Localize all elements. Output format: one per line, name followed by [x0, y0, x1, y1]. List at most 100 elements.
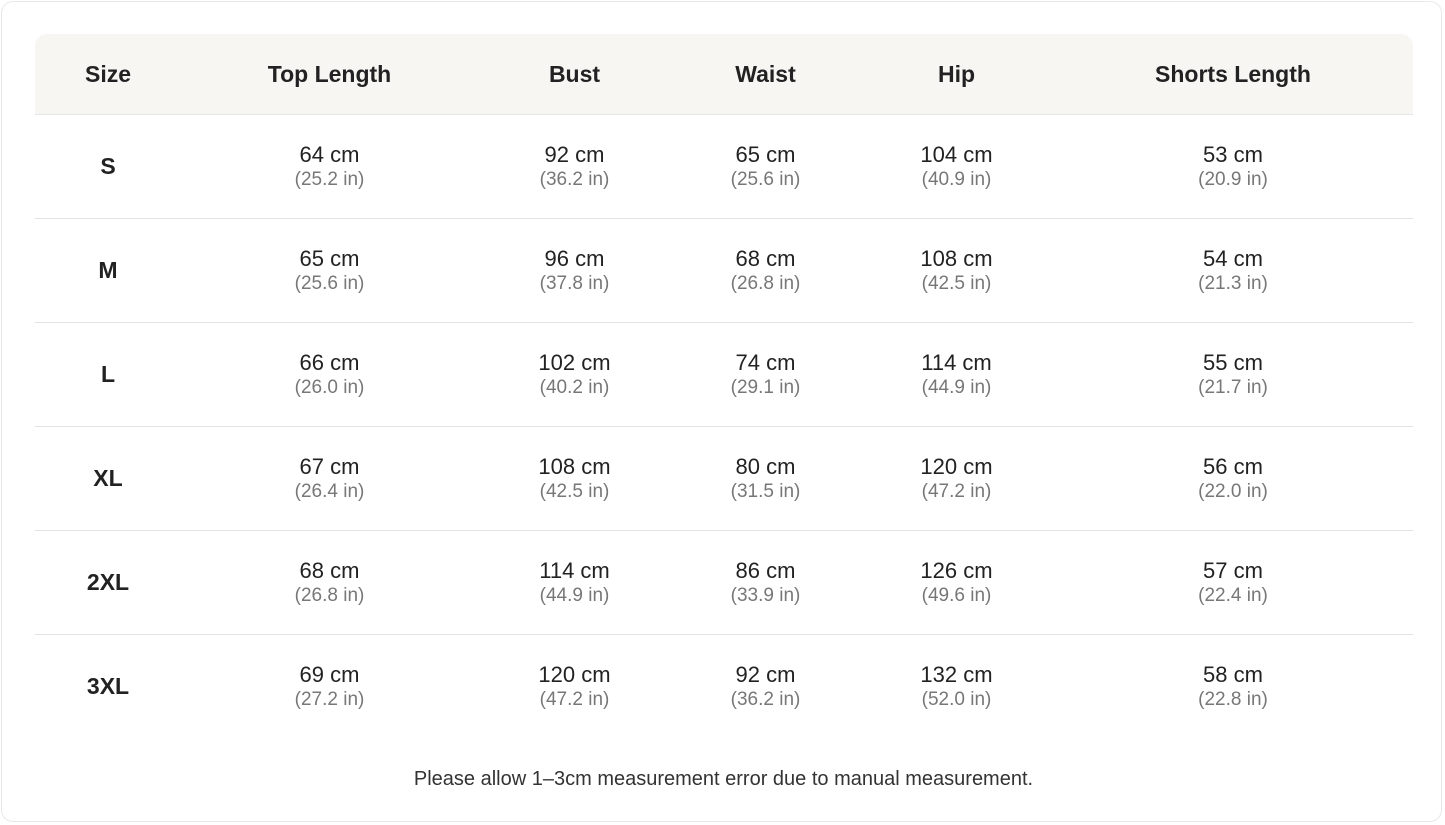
value-inch: (29.1 in): [730, 377, 801, 398]
value-cm: 55 cm: [1203, 350, 1263, 375]
table-row: L 66 cm (26.0 in) 102 cm (40.2 in) 74 cm (29.1…: [35, 322, 1413, 427]
value-inch: (33.9 in): [730, 585, 801, 606]
value-cm: 108 cm: [538, 454, 611, 479]
value-inch: (21.7 in): [1198, 377, 1268, 398]
value-cm: 68 cm: [299, 558, 360, 583]
value-cm: 92 cm: [735, 662, 796, 687]
value-inch: (26.0 in): [294, 377, 365, 398]
value-inch: (36.2 in): [539, 169, 610, 190]
value-inch: (26.4 in): [294, 481, 365, 502]
cell-top-length: 66 cm (26.0 in): [181, 322, 478, 427]
size-label: 2XL: [35, 530, 181, 635]
value-cm: 67 cm: [299, 454, 360, 479]
header-shorts-length: Shorts Length: [1053, 34, 1413, 115]
table-body: S 64 cm (25.2 in) 92 cm (36.2 in) 65 cm (25.6 …: [35, 114, 1413, 739]
value-cm: 80 cm: [735, 454, 796, 479]
value-inch: (47.2 in): [921, 481, 992, 502]
value-cm: 114 cm: [921, 350, 992, 375]
cell-shorts-length: 56 cm (22.0 in): [1053, 426, 1413, 531]
value-inch: (25.6 in): [294, 273, 365, 294]
header-waist: Waist: [671, 34, 860, 115]
table-row: M 65 cm (25.6 in) 96 cm (37.8 in) 68 cm (26.8 …: [35, 218, 1413, 323]
cell-waist: 74 cm (29.1 in): [671, 322, 860, 427]
cell-bust: 102 cm (40.2 in): [478, 322, 671, 427]
value-cm: 68 cm: [735, 246, 796, 271]
value-inch: (25.2 in): [294, 169, 365, 190]
cell-top-length: 64 cm (25.2 in): [181, 114, 478, 219]
value-inch: (40.9 in): [921, 169, 992, 190]
value-cm: 66 cm: [299, 350, 360, 375]
value-inch: (36.2 in): [730, 689, 801, 710]
value-cm: 57 cm: [1203, 558, 1263, 583]
table-header: Size Top Length Bust Waist Hip Shorts Le…: [35, 34, 1413, 115]
cell-top-length: 65 cm (25.6 in): [181, 218, 478, 323]
cell-hip: 132 cm (52.0 in): [860, 635, 1053, 739]
header-hip: Hip: [860, 34, 1053, 115]
value-inch: (49.6 in): [921, 585, 992, 606]
value-cm: 54 cm: [1203, 246, 1263, 271]
header-top-length: Top Length: [181, 34, 478, 115]
cell-top-length: 69 cm (27.2 in): [181, 635, 478, 739]
value-inch: (26.8 in): [730, 273, 801, 294]
value-inch: (40.2 in): [539, 377, 610, 398]
value-inch: (52.0 in): [921, 689, 992, 710]
header-size: Size: [35, 34, 181, 115]
value-cm: 86 cm: [735, 558, 796, 583]
value-cm: 56 cm: [1203, 454, 1263, 479]
cell-shorts-length: 58 cm (22.8 in): [1053, 635, 1413, 739]
header-row: Size Top Length Bust Waist Hip Shorts Le…: [35, 34, 1413, 115]
value-inch: (44.9 in): [539, 585, 610, 606]
cell-shorts-length: 54 cm (21.3 in): [1053, 218, 1413, 323]
size-label: S: [35, 114, 181, 219]
cell-waist: 92 cm (36.2 in): [671, 635, 860, 739]
value-inch: (42.5 in): [921, 273, 992, 294]
table-row: XL 67 cm (26.4 in) 108 cm (42.5 in) 80 cm (31.…: [35, 426, 1413, 531]
value-cm: 92 cm: [544, 142, 605, 167]
size-chart-card: Size Top Length Bust Waist Hip Shorts Le…: [1, 1, 1442, 822]
value-inch: (27.2 in): [294, 689, 365, 710]
cell-shorts-length: 57 cm (22.4 in): [1053, 530, 1413, 635]
value-inch: (22.8 in): [1198, 689, 1268, 710]
cell-waist: 80 cm (31.5 in): [671, 426, 860, 531]
value-cm: 114 cm: [539, 558, 610, 583]
value-cm: 58 cm: [1203, 662, 1263, 687]
cell-top-length: 68 cm (26.8 in): [181, 530, 478, 635]
cell-waist: 68 cm (26.8 in): [671, 218, 860, 323]
size-label: M: [35, 218, 181, 323]
cell-shorts-length: 53 cm (20.9 in): [1053, 114, 1413, 219]
cell-bust: 108 cm (42.5 in): [478, 426, 671, 531]
value-cm: 120 cm: [538, 662, 611, 687]
measurement-note: Please allow 1–3cm measurement error due…: [413, 768, 1034, 790]
value-cm: 64 cm: [299, 142, 360, 167]
table-row: S 64 cm (25.2 in) 92 cm (36.2 in) 65 cm (25.6 …: [35, 114, 1413, 219]
value-inch: (25.6 in): [730, 169, 801, 190]
size-label: 3XL: [86, 673, 130, 699]
cell-waist: 65 cm (25.6 in): [671, 114, 860, 219]
header-bust: Bust: [478, 34, 671, 115]
value-inch: (42.5 in): [539, 481, 610, 502]
value-cm: 132 cm: [920, 662, 993, 687]
value-inch: (26.8 in): [294, 585, 365, 606]
value-cm: 108 cm: [920, 246, 993, 271]
value-cm: 120 cm: [920, 454, 993, 479]
size-label: L: [35, 322, 181, 427]
cell-bust: 120 cm (47.2 in): [478, 635, 671, 739]
value-cm: 69 cm: [299, 662, 360, 687]
cell-bust: 96 cm (37.8 in): [478, 218, 671, 323]
cell-hip: 114 cm (44.9 in): [860, 322, 1053, 427]
size-chart-table: Size Top Length Bust Waist Hip Shorts Le…: [35, 34, 1413, 738]
cell-shorts-length: 55 cm (21.7 in): [1053, 322, 1413, 427]
value-inch: (22.0 in): [1198, 481, 1268, 502]
cell-bust: 114 cm (44.9 in): [478, 530, 671, 635]
cell-bust: 92 cm (36.2 in): [478, 114, 671, 219]
value-cm: 126 cm: [920, 558, 993, 583]
value-cm: 104 cm: [920, 142, 993, 167]
size-label: XL: [35, 426, 181, 531]
cell-hip: 126 cm (49.6 in): [860, 530, 1053, 635]
cell-hip: 108 cm (42.5 in): [860, 218, 1053, 323]
value-cm: 102 cm: [538, 350, 611, 375]
value-inch: (20.9 in): [1198, 169, 1268, 190]
value-cm: 74 cm: [735, 350, 796, 375]
cell-waist: 86 cm (33.9 in): [671, 530, 860, 635]
value-inch: (37.8 in): [539, 273, 610, 294]
